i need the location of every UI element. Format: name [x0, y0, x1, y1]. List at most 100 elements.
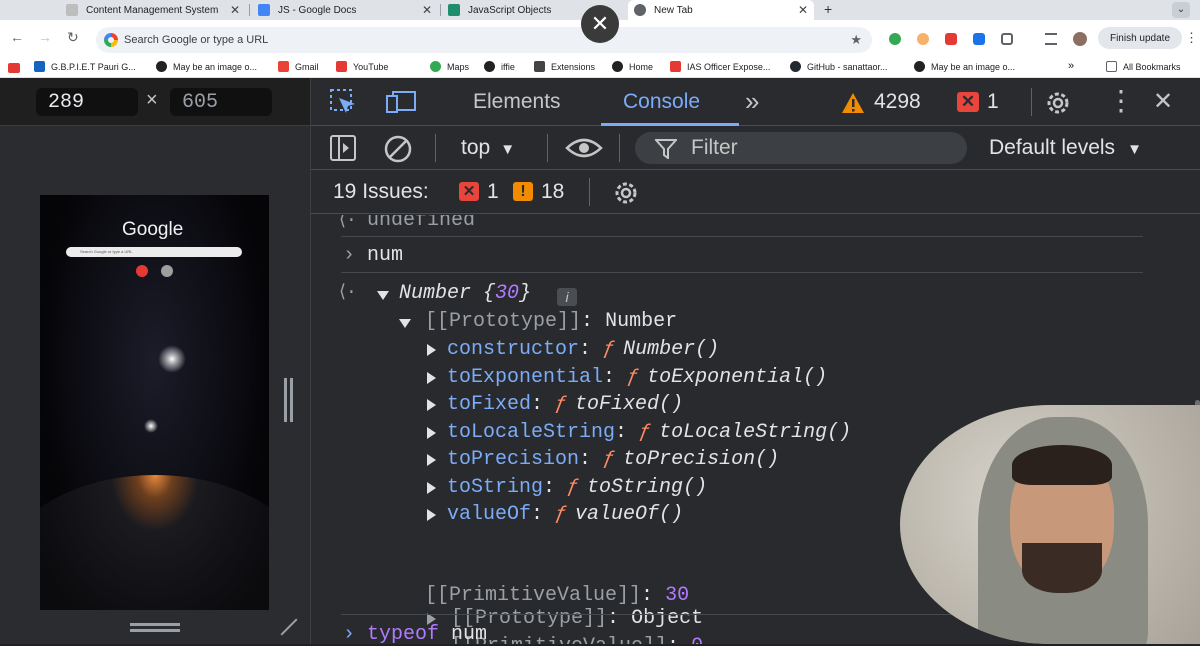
method-row[interactable]: toExponential: ƒ toExponential() [447, 366, 827, 389]
bookmark-item[interactable]: Maps [430, 61, 469, 72]
tab-elements[interactable]: Elements [473, 90, 561, 114]
close-devtools-icon[interactable]: ✕ [1153, 87, 1173, 116]
issues-error-count[interactable]: 1 [487, 180, 499, 204]
extension-icon[interactable] [889, 33, 901, 45]
bookmark-item[interactable]: GitHub - sanattaor... [790, 61, 888, 72]
log-levels-dropdown[interactable]: Default levels ▼ [989, 136, 1142, 160]
colon: : [581, 310, 594, 333]
menu-icon[interactable]: ⋮ [1185, 30, 1198, 46]
prototype-row[interactable]: [[Prototype]]: Object [451, 607, 703, 630]
browser-tab-active[interactable]: New Tab ✕ [628, 0, 814, 20]
phone-search-box[interactable]: Search Google or type a URL [66, 247, 242, 257]
method-row[interactable]: toPrecision: ƒ toPrecision() [447, 448, 779, 471]
resize-handle-icon[interactable] [130, 623, 180, 626]
corner-resize-icon[interactable] [280, 618, 298, 636]
expand-triangle-icon[interactable] [427, 399, 436, 411]
warning-icon[interactable]: ! [513, 182, 533, 201]
gear-icon[interactable] [1043, 88, 1073, 118]
expand-triangle-icon[interactable] [427, 371, 436, 384]
finish-update-button[interactable]: Finish update [1098, 27, 1182, 49]
bookmarks-overflow-button[interactable]: » [1068, 60, 1074, 72]
close-tab-icon[interactable]: ✕ [230, 3, 240, 17]
filter-input[interactable]: Filter [635, 132, 967, 164]
bookmark-item[interactable]: Extensions [534, 61, 595, 72]
expand-triangle-icon[interactable] [377, 291, 389, 300]
issues-label[interactable]: 19 Issues: [333, 180, 429, 204]
close-icon[interactable]: ✕ [581, 5, 619, 43]
bookmark-item[interactable]: Gmail [278, 61, 319, 72]
expand-triangle-icon[interactable] [427, 481, 436, 494]
tab-title: JS - Google Docs [278, 4, 357, 16]
close-tab-icon[interactable]: ✕ [798, 3, 808, 17]
warnings-count[interactable]: 4298 [874, 90, 921, 114]
shortcut-icon[interactable] [136, 265, 148, 277]
bookmark-item[interactable]: May be an image o... [156, 61, 257, 72]
tab-search-icon[interactable]: ⌄ [1172, 2, 1190, 18]
media-icon[interactable] [1045, 33, 1057, 45]
method-row[interactable]: toLocaleString: ƒ toLocaleString() [447, 421, 851, 444]
extension-icon[interactable] [973, 33, 985, 45]
new-tab-button[interactable]: + [824, 1, 832, 17]
reload-icon[interactable]: ↻ [67, 29, 79, 46]
bookmark-item[interactable]: Home [612, 61, 653, 72]
colon: : [615, 420, 628, 444]
method-row[interactable]: toFixed: ƒ toFixed() [447, 393, 683, 416]
method-row[interactable]: valueOf: ƒ valueOf() [447, 503, 683, 526]
console-toolbar: top ▼ Filter Default levels ▼ [311, 126, 1200, 170]
kebab-menu-icon[interactable]: ⋮ [1107, 84, 1135, 117]
bookmark-star-icon[interactable]: ★ [850, 32, 862, 48]
browser-tab[interactable]: Content Management System ✕ [60, 0, 246, 20]
issues-warning-count[interactable]: 18 [541, 180, 564, 204]
console-input-line[interactable]: typeof num [367, 623, 487, 646]
avatar[interactable] [1073, 32, 1087, 46]
errors-count[interactable]: 1 [987, 90, 999, 114]
warning-icon[interactable] [841, 92, 865, 114]
sidebar-toggle-icon[interactable] [329, 134, 357, 162]
add-shortcut-icon[interactable] [161, 265, 173, 277]
phone-preview[interactable]: Google Search Google or type a URL [40, 195, 269, 610]
method-row[interactable]: toString: ƒ toString() [447, 476, 707, 499]
threads-icon [914, 61, 925, 72]
inspect-element-icon[interactable] [329, 88, 359, 116]
primitive-value: 0 [691, 635, 703, 644]
expand-triangle-icon[interactable] [427, 509, 436, 521]
object-summary[interactable]: Number {30} [399, 282, 531, 305]
bookmark-item[interactable]: YouTube [336, 61, 388, 72]
forward-icon[interactable]: → [38, 29, 52, 45]
prototype-row[interactable]: [[Prototype]]: Number [425, 310, 677, 333]
bookmark-item[interactable]: G.B.P.I.E.T Pauri G... [34, 61, 136, 72]
method-value: toString() [587, 475, 708, 499]
expand-triangle-icon[interactable] [427, 454, 436, 466]
all-bookmarks-button[interactable]: All Bookmarks [1106, 61, 1181, 72]
device-toolbar-icon[interactable] [385, 88, 417, 116]
address-bar[interactable]: Search Google or type a URL ★ [96, 27, 872, 53]
device-width-input[interactable]: 289 [36, 88, 138, 116]
tab-console[interactable]: Console [623, 90, 700, 114]
expand-triangle-icon[interactable] [427, 426, 436, 439]
extension-icon[interactable] [917, 33, 929, 45]
clear-console-icon[interactable] [383, 134, 413, 164]
expand-triangle-icon[interactable] [427, 344, 436, 356]
eye-icon[interactable] [565, 136, 603, 160]
divider [589, 178, 590, 206]
method-row[interactable]: constructor: ƒ Number() [447, 338, 719, 361]
back-icon[interactable]: ← [10, 29, 24, 45]
context-label: top [461, 136, 491, 159]
close-tab-icon[interactable]: ✕ [422, 3, 432, 17]
expand-triangle-icon[interactable] [399, 319, 411, 328]
gear-icon[interactable] [611, 178, 641, 208]
info-badge[interactable]: i [557, 288, 577, 306]
resize-handle-icon[interactable] [284, 378, 287, 422]
error-icon[interactable]: ✕ [459, 182, 479, 201]
bookmark-item[interactable]: May be an image o... [914, 61, 1015, 72]
extension-icon[interactable] [945, 33, 957, 45]
youtube-icon[interactable] [8, 63, 20, 73]
browser-tab[interactable]: JS - Google Docs ✕ [252, 0, 438, 20]
error-icon[interactable]: ✕ [957, 92, 979, 112]
more-tabs-button[interactable]: » [745, 86, 759, 117]
bookmark-item[interactable]: IAS Officer Expose... [670, 61, 770, 72]
puzzle-icon[interactable] [1001, 33, 1013, 45]
bookmark-item[interactable]: iffie [484, 61, 515, 72]
context-selector[interactable]: top ▼ [461, 136, 515, 160]
device-height-input[interactable]: 605 [170, 88, 272, 116]
